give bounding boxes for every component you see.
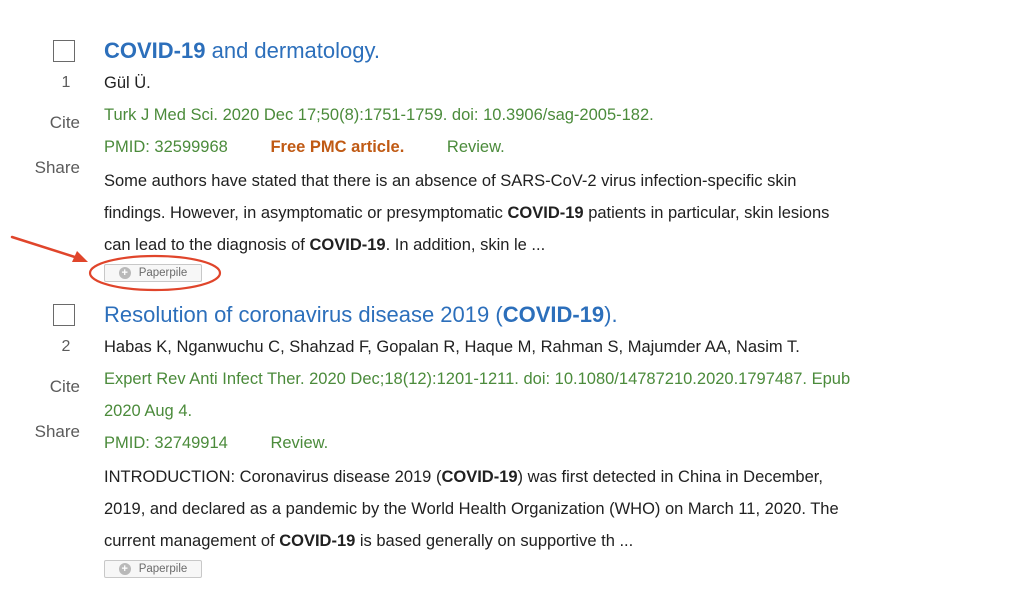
paperpile-button[interactable]: + Paperpile — [104, 560, 202, 578]
result-meta: PMID: 32749914 Review. — [104, 432, 366, 454]
paperpile-label: Paperpile — [138, 267, 188, 279]
pmid: PMID: 32749914 — [104, 434, 228, 452]
paperpile-button[interactable]: + Paperpile — [104, 264, 202, 282]
result-select-checkbox[interactable] — [53, 40, 75, 62]
snippet-line: INTRODUCTION: Coronavirus disease 2019 (… — [104, 468, 823, 486]
title-keyword: COVID-19 — [104, 38, 206, 63]
cite-button[interactable]: Cite — [16, 377, 80, 397]
pmid: PMID: 32599968 — [104, 138, 228, 156]
review-badge: Review. — [446, 138, 505, 156]
title-keyword: COVID-19 — [502, 302, 605, 327]
snippet-line: current management of COVID-19 is based … — [104, 532, 634, 550]
result-title-link[interactable]: COVID-19 and dermatology. — [104, 38, 380, 64]
result-number: 2 — [61, 338, 71, 355]
result-title-link[interactable]: Resolution of coronavirus disease 2019 (… — [104, 302, 618, 328]
arrow-icon — [10, 235, 88, 262]
review-badge: Review. — [270, 434, 329, 452]
plus-circle-icon: + — [118, 267, 131, 279]
share-button[interactable]: Share — [16, 422, 80, 442]
result-authors: Gül Ü. — [104, 74, 151, 92]
result-citation: Expert Rev Anti Infect Ther. 2020 Dec;18… — [104, 370, 851, 388]
result-number: 1 — [61, 74, 71, 91]
snippet-line: findings. However, in asymptomatic or pr… — [104, 204, 830, 222]
result-meta: PMID: 32599968 Free PMC article. Review. — [104, 136, 543, 158]
result-citation-cont: 2020 Aug 4. — [104, 402, 193, 420]
snippet-line: 2019, and declared as a pandemic by the … — [104, 500, 839, 518]
free-pmc-badge: Free PMC article. — [270, 138, 405, 156]
plus-circle-icon: + — [118, 563, 131, 575]
paperpile-label: Paperpile — [138, 563, 188, 575]
share-button[interactable]: Share — [16, 158, 80, 178]
title-text: and dermatology. — [205, 38, 380, 63]
result-select-checkbox[interactable] — [53, 304, 75, 326]
snippet-line: can lead to the diagnosis of COVID-19. I… — [104, 236, 546, 254]
snippet-line: Some authors have stated that there is a… — [104, 172, 797, 190]
result-citation: Turk J Med Sci. 2020 Dec 17;50(8):1751-1… — [104, 106, 654, 124]
cite-button[interactable]: Cite — [16, 113, 80, 133]
result-authors: Habas K, Nganwuchu C, Shahzad F, Gopalan… — [104, 338, 800, 356]
title-text: ). — [604, 302, 618, 327]
title-text: Resolution of coronavirus disease 2019 ( — [104, 302, 503, 327]
